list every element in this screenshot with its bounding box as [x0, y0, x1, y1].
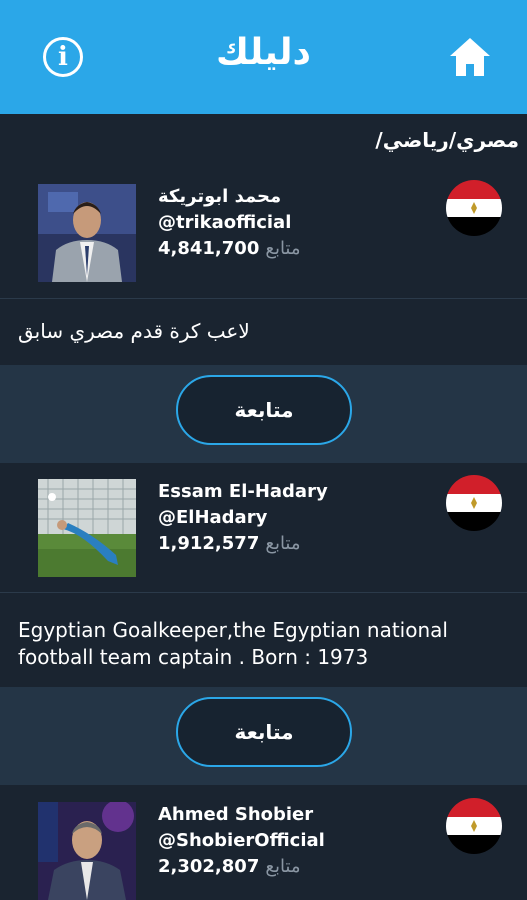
- breadcrumb: مصري/رياضي/: [375, 128, 519, 152]
- avatar: [38, 479, 136, 577]
- follower-unit: متابع: [265, 856, 301, 877]
- follower-count: 2,302,807 متابع: [158, 856, 301, 877]
- follow-section: متابعة: [0, 687, 527, 785]
- profile-name: Essam El-Hadary: [158, 481, 328, 502]
- home-icon[interactable]: [447, 34, 493, 80]
- profile-card[interactable]: Ahmed Shobier @ShobierOfficial 2,302,807…: [0, 796, 527, 900]
- follow-section: متابعة: [0, 365, 527, 463]
- egypt-flag-icon: [446, 798, 502, 854]
- profile-card[interactable]: محمد ابوتريكة @trikaofficial 4,841,700 مت…: [0, 178, 527, 294]
- avatar: [38, 184, 136, 282]
- profile-card[interactable]: Essam El-Hadary @ElHadary 1,912,577 متابع: [0, 473, 527, 589]
- profile-description: Egyptian Goalkeeper,the Egyptian nationa…: [0, 617, 527, 685]
- follow-button[interactable]: متابعة: [176, 697, 352, 767]
- follower-unit: متابع: [265, 533, 301, 554]
- profile-handle: @ShobierOfficial: [158, 830, 325, 851]
- profile-name: Ahmed Shobier: [158, 804, 314, 825]
- follower-count: 4,841,700 متابع: [158, 238, 301, 259]
- divider: [0, 298, 527, 299]
- follower-unit: متابع: [265, 238, 301, 259]
- profile-handle: @trikaofficial: [158, 212, 292, 233]
- egypt-flag-icon: [446, 180, 502, 236]
- app-bar: i دليلك: [0, 0, 527, 114]
- follower-count: 1,912,577 متابع: [158, 533, 301, 554]
- follower-number: 1,912,577: [158, 533, 260, 554]
- follower-number: 2,302,807: [158, 856, 260, 877]
- profile-description: لاعب كرة قدم مصري سابق: [0, 318, 527, 364]
- divider: [0, 592, 527, 593]
- profile-name: محمد ابوتريكة: [158, 186, 282, 207]
- profile-handle: @ElHadary: [158, 507, 268, 528]
- follower-number: 4,841,700: [158, 238, 260, 259]
- avatar: [38, 802, 136, 900]
- egypt-flag-icon: [446, 475, 502, 531]
- follow-button[interactable]: متابعة: [176, 375, 352, 445]
